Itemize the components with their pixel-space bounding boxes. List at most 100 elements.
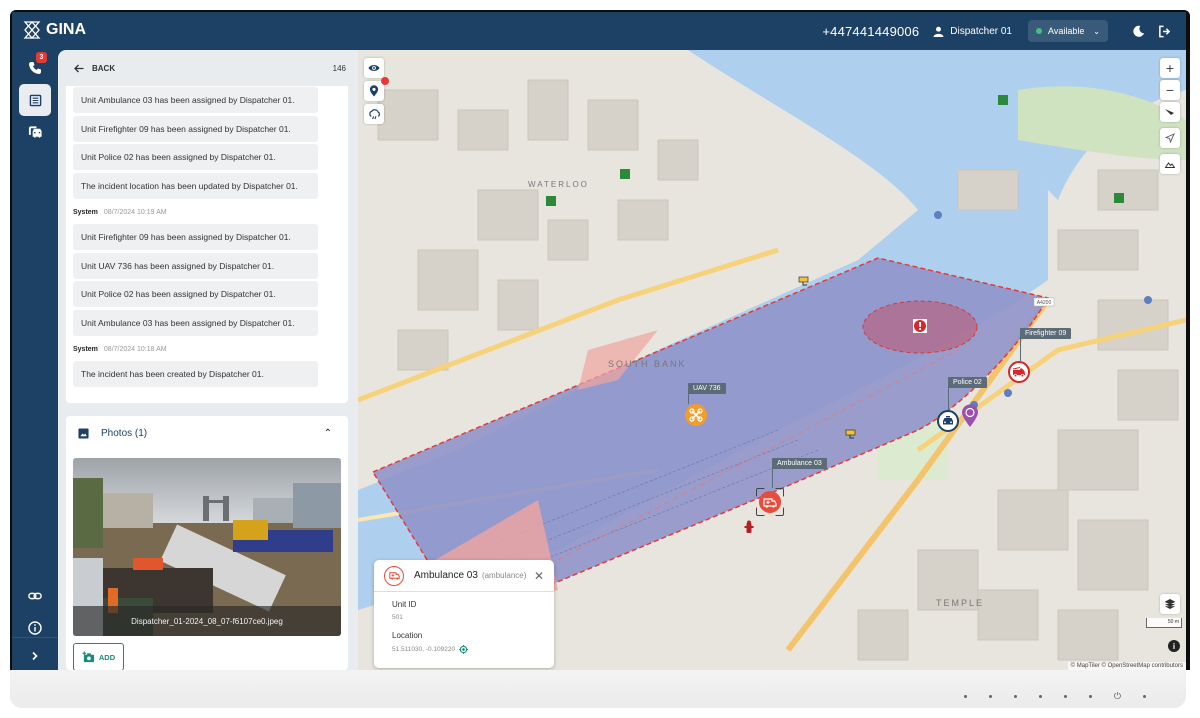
- logout-button[interactable]: [1154, 21, 1174, 41]
- camera-icon[interactable]: [798, 276, 812, 286]
- notification-dot: [381, 77, 389, 85]
- image-icon: [78, 427, 89, 439]
- status-dot-icon: [1036, 28, 1042, 34]
- log-item: Unit Police 02 has been assigned by Disp…: [73, 144, 318, 170]
- sidebar-item-units[interactable]: [19, 116, 51, 148]
- close-popup-button[interactable]: ✕: [534, 569, 544, 583]
- bezel-button[interactable]: [963, 694, 967, 698]
- plus-icon: +: [1165, 60, 1175, 76]
- monitor-bezel: ⏻: [10, 670, 1186, 708]
- bezel-button[interactable]: [1013, 694, 1017, 698]
- weather-button[interactable]: [364, 104, 384, 124]
- sidebar-expand-button[interactable]: [19, 640, 51, 670]
- photo-caption: Dispatcher_01-2024_08_07-f6107ce0.jpeg: [73, 606, 341, 636]
- unit-tag-stem: [772, 468, 773, 488]
- area-label: TEMPLE: [936, 598, 985, 608]
- dark-mode-button[interactable]: [1128, 21, 1148, 41]
- sidebar-item-incidents[interactable]: [19, 84, 51, 116]
- poi-marker-icon[interactable]: [961, 404, 979, 428]
- log-item: The incident location has been updated b…: [73, 173, 318, 199]
- unit-tag-stem: [1020, 337, 1021, 361]
- log-author: System: [73, 209, 98, 216]
- incident-panel: BACK 146 Unit Ambulance 03 has been assi…: [58, 50, 358, 670]
- fire-truck-icon: [1012, 367, 1025, 377]
- add-photo-icon: [82, 651, 94, 663]
- zoom-out-button[interactable]: −: [1160, 80, 1180, 100]
- layers-button[interactable]: [1160, 594, 1180, 614]
- chevron-down-icon: ⌄: [1093, 26, 1100, 36]
- user-icon: [933, 26, 944, 37]
- sidebar-divider: [12, 637, 58, 638]
- power-icon[interactable]: ⏻: [1114, 692, 1121, 701]
- area-label: SOUTH BANK: [608, 359, 687, 369]
- user-info[interactable]: Dispatcher 01: [933, 26, 1012, 37]
- terrain-button[interactable]: [1160, 154, 1180, 174]
- tilt-icon: [1165, 109, 1174, 115]
- photo-thumbnail[interactable]: Dispatcher_01-2024_08_07-f6107ce0.jpeg: [73, 458, 341, 636]
- status-label: Available: [1048, 26, 1085, 36]
- back-button[interactable]: BACK: [74, 64, 115, 73]
- info-icon: [28, 621, 42, 635]
- bezel-button[interactable]: [1063, 694, 1067, 698]
- info-icon: i: [1172, 641, 1176, 651]
- chevron-right-icon: [32, 651, 38, 661]
- ambulance-icon: [763, 497, 777, 508]
- location-pin-icon: [369, 85, 379, 97]
- location-label: Location: [392, 631, 423, 640]
- bezel-button[interactable]: [1038, 694, 1042, 698]
- sidebar-item-calls[interactable]: 3: [19, 52, 51, 84]
- log-item: Unit Firefighter 09 has been assigned by…: [73, 116, 318, 142]
- top-bar: GINA +447441449006 Dispatcher 01 Availab…: [12, 12, 1186, 50]
- sidebar: 3: [12, 50, 58, 670]
- status-dropdown[interactable]: Available ⌄: [1028, 20, 1108, 42]
- minus-icon: −: [1165, 82, 1175, 98]
- map-attribution[interactable]: © MapTiler © OpenStreetMap contributors: [1067, 662, 1186, 670]
- zoom-in-button[interactable]: +: [1160, 58, 1180, 78]
- add-photo-button[interactable]: ADD: [73, 643, 124, 670]
- unit-id-value: 501: [392, 614, 403, 621]
- list-icon: [29, 94, 41, 106]
- log-item: Unit Ambulance 03 has been assigned by D…: [73, 87, 318, 113]
- photos-title: Photos (1): [101, 427, 148, 439]
- map-scale: 50 m: [1146, 618, 1182, 628]
- unit-marker-police[interactable]: [937, 410, 959, 432]
- photos-header[interactable]: Photos (1) ⌃: [66, 416, 348, 450]
- calls-badge: 3: [36, 52, 47, 63]
- bezel-button[interactable]: [1143, 694, 1146, 698]
- fire-hydrant-icon: [744, 520, 754, 533]
- locate-target-icon[interactable]: [459, 645, 469, 654]
- vehicles-icon: [28, 126, 42, 138]
- popup-unit-icon: [384, 565, 404, 586]
- unit-tag-ambulance: Ambulance 03: [772, 458, 827, 469]
- compass-button[interactable]: [1160, 128, 1180, 148]
- logout-icon: [1158, 25, 1170, 37]
- compass-icon: [1165, 133, 1175, 143]
- popup-unit-type: (ambulance): [481, 571, 527, 580]
- unit-tag-stem: [948, 386, 949, 410]
- location-value: 51.511030, -0.109220: [392, 646, 456, 653]
- sidebar-item-links[interactable]: [19, 580, 51, 612]
- unit-marker-ambulance[interactable]: [759, 491, 781, 513]
- unit-marker-firefighter[interactable]: [1008, 361, 1030, 383]
- tilt-button[interactable]: [1160, 102, 1180, 122]
- app-logo[interactable]: GINA: [22, 20, 86, 40]
- activity-log[interactable]: Unit Ambulance 03 has been assigned by D…: [66, 86, 348, 403]
- log-item: Unit Police 02 has been assigned by Disp…: [73, 281, 318, 307]
- log-item: The incident has been created by Dispatc…: [73, 361, 318, 387]
- logo-icon: [23, 21, 41, 39]
- visibility-button[interactable]: [364, 58, 384, 78]
- panel-header: BACK 146: [58, 50, 358, 86]
- user-name: Dispatcher 01: [950, 25, 1012, 37]
- camera-icon[interactable]: [845, 429, 859, 439]
- bezel-button[interactable]: [988, 694, 992, 698]
- layers-icon: [1165, 599, 1175, 609]
- unit-popup: Ambulance 03 (ambulance) ✕ Unit ID 501 L…: [374, 560, 554, 668]
- location-pin-button[interactable]: [364, 77, 389, 101]
- unit-marker-uav[interactable]: [685, 404, 707, 426]
- attribution-info-button[interactable]: i: [1168, 640, 1180, 652]
- map-view[interactable]: A4200 SOUTH BANK WATERLOO TEMPLE + − 50 …: [358, 50, 1186, 670]
- back-label: BACK: [92, 63, 116, 73]
- ambulance-icon: [388, 572, 400, 580]
- phone-icon: [29, 62, 41, 74]
- bezel-button[interactable]: [1088, 694, 1092, 698]
